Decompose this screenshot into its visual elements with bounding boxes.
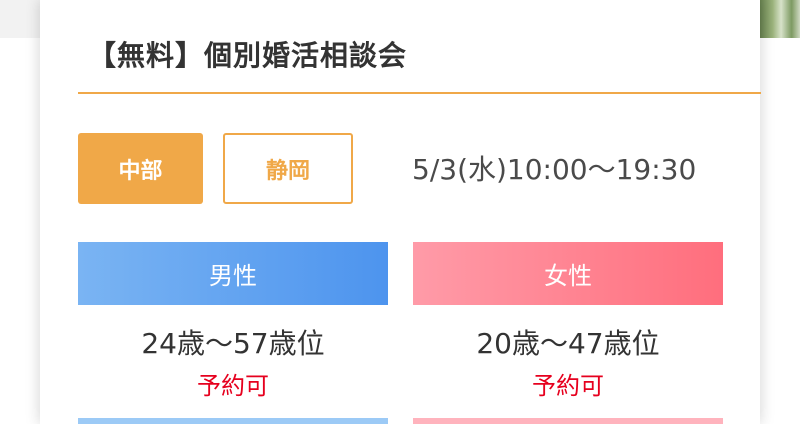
region-tab-chubu[interactable]: 中部 (78, 133, 203, 204)
gender-header-female: 女性 (413, 242, 723, 305)
reservation-status-female[interactable]: 予約可 (413, 366, 723, 401)
region-tab-shizuoka[interactable]: 静岡 (223, 133, 353, 204)
next-row-female-header (413, 418, 723, 424)
event-card: 【無料】個別婚活相談会 中部 静岡 5/3(水)10:00〜19:30 男性 女… (40, 0, 761, 424)
gender-header-male: 男性 (78, 242, 388, 305)
event-datetime: 5/3(水)10:00〜19:30 (412, 153, 697, 186)
reservation-status-male[interactable]: 予約可 (78, 366, 388, 401)
age-range-male: 24歳〜57歳位 (141, 327, 325, 360)
next-row-male-header (78, 418, 388, 424)
event-title: 【無料】個別婚活相談会 (88, 39, 408, 72)
title-divider (78, 92, 761, 94)
background-photo (758, 0, 800, 38)
age-range-female: 20歳〜47歳位 (476, 327, 660, 360)
